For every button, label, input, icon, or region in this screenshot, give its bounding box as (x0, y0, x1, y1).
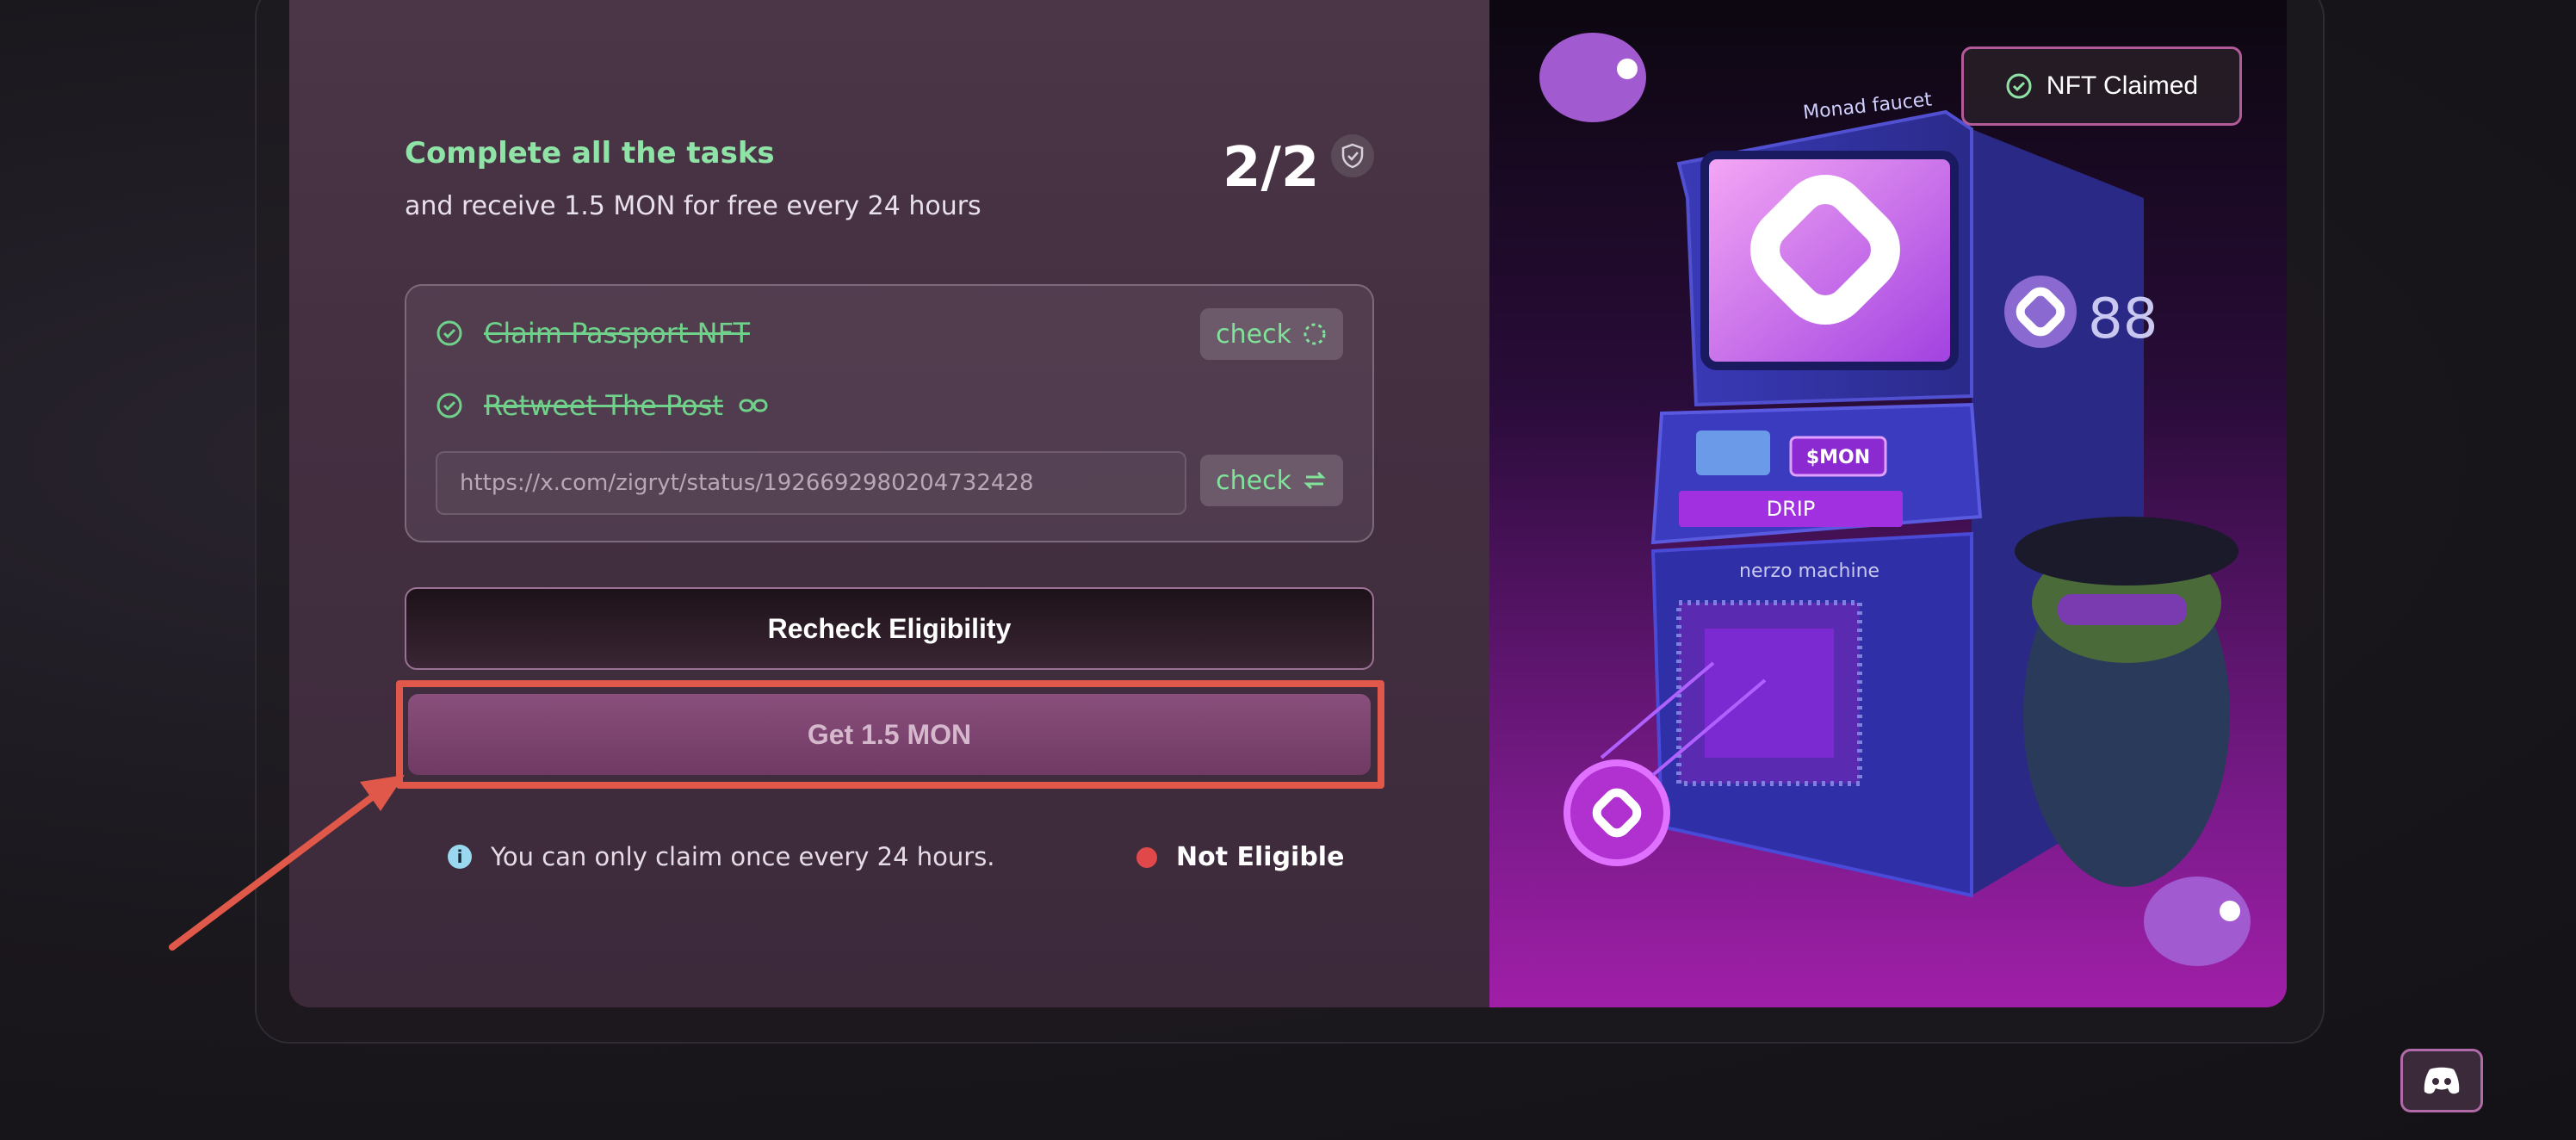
get-mon-button[interactable]: Get 1.5 MON (408, 694, 1371, 775)
machine-side-number: 88 (2088, 288, 2158, 351)
status-dot (1136, 846, 1157, 868)
check-passport-button[interactable]: check (1200, 308, 1343, 360)
check-button-label: check (1216, 319, 1291, 350)
faucet-illustration: $MON DRIP nerzo machine Monad faucet 88 (1489, 0, 2287, 1007)
claim-info: i You can only claim once every 24 hours… (448, 842, 995, 871)
info-icon: i (448, 845, 472, 869)
discord-icon (2424, 1067, 2460, 1094)
monad-faucet-machine-illustration: $MON DRIP nerzo machine Monad faucet 88 (1539, 33, 2251, 966)
tasks-progress: 2/2 (1223, 136, 1320, 200)
tasks-subtitle: and receive 1.5 MON for free every 24 ho… (405, 191, 981, 221)
task-claim-passport: Claim Passport NFT (436, 317, 750, 350)
recheck-eligibility-button[interactable]: Recheck Eligibility (405, 587, 1374, 670)
eligibility-status: Not Eligible (1136, 842, 1344, 872)
check-circle-icon (437, 320, 462, 346)
arrow-annotation (169, 775, 405, 951)
machine-drip-label: DRIP (1767, 497, 1816, 521)
nft-claimed-badge: NFT Claimed (1961, 46, 2242, 126)
refresh-icon (1303, 471, 1326, 490)
check-button-label: check (1216, 465, 1291, 496)
tasks-list: Claim Passport NFT check Retweet The Pos… (405, 284, 1374, 542)
machine-ticker-label: $MON (1806, 447, 1870, 468)
loading-spinner-icon (1303, 323, 1326, 345)
discord-button[interactable] (2400, 1049, 2483, 1112)
tasks-title: Complete all the tasks (405, 136, 775, 170)
task-retweet: Retweet The Post (436, 389, 768, 422)
status-text: Not Eligible (1176, 842, 1345, 872)
link-icon[interactable] (739, 395, 768, 416)
check-circle-icon (437, 393, 462, 418)
task-label: Claim Passport NFT (484, 317, 750, 350)
task-label: Retweet The Post (484, 389, 723, 422)
check-circle-icon (2006, 73, 2032, 99)
nft-claimed-label: NFT Claimed (2046, 71, 2199, 100)
shield-check-icon (1331, 134, 1374, 177)
claim-info-text: You can only claim once every 24 hours. (491, 842, 995, 871)
check-retweet-button[interactable]: check (1200, 455, 1343, 506)
machine-brand-label: nerzo machine (1739, 561, 1879, 582)
tweet-url-input[interactable]: https://x.com/zigryt/status/192669298020… (436, 451, 1186, 515)
